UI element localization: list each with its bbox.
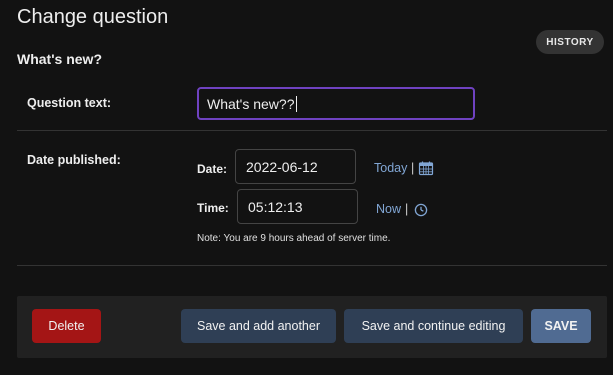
question-text-input[interactable]: What's new?? xyxy=(197,87,475,120)
row-divider xyxy=(17,265,607,266)
submit-row: Delete Save and add another Save and con… xyxy=(17,296,607,358)
clock-icon[interactable] xyxy=(414,203,428,217)
row-divider xyxy=(17,130,607,131)
time-label: Time: xyxy=(197,201,229,215)
save-and-continue-editing-button[interactable]: Save and continue editing xyxy=(344,309,523,343)
time-value: 05:12:13 xyxy=(248,198,303,215)
timezone-help-text: Note: You are 9 hours ahead of server ti… xyxy=(197,233,391,244)
save-button[interactable]: SAVE xyxy=(531,309,591,343)
date-shortcut-separator: | xyxy=(411,161,415,175)
today-link[interactable]: Today xyxy=(374,161,407,175)
time-shortcut-separator: | xyxy=(405,202,409,216)
delete-button[interactable]: Delete xyxy=(32,309,101,343)
page-title: Change question xyxy=(17,6,169,28)
date-published-label: Date published: xyxy=(27,153,121,167)
date-value: 2022-06-12 xyxy=(246,158,318,175)
calendar-icon[interactable] xyxy=(418,160,434,176)
time-input[interactable]: 05:12:13 xyxy=(237,189,358,224)
history-button[interactable]: HISTORY xyxy=(536,30,604,54)
now-link[interactable]: Now xyxy=(376,202,401,216)
question-text-value: What's new?? xyxy=(207,95,295,112)
date-input[interactable]: 2022-06-12 xyxy=(235,149,356,184)
save-and-add-another-button[interactable]: Save and add another xyxy=(181,309,336,343)
fieldset-title: What's new? xyxy=(17,51,102,67)
text-caret xyxy=(295,95,297,112)
date-label: Date: xyxy=(197,162,228,176)
question-text-label: Question text: xyxy=(27,96,112,110)
